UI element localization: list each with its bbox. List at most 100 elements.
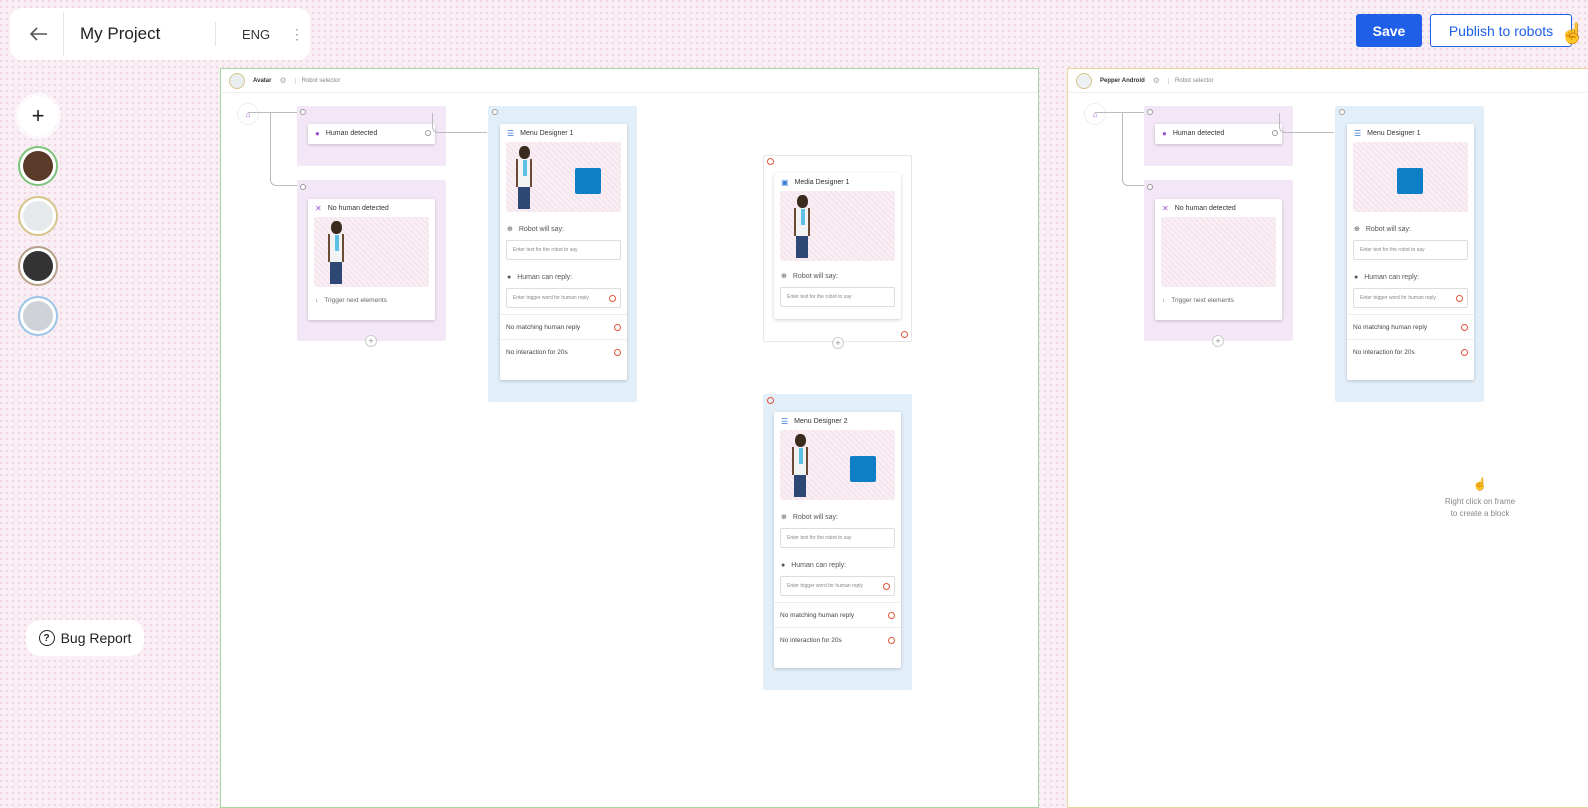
- card-title: Human detected: [325, 129, 378, 137]
- input-ring[interactable]: [767, 158, 774, 165]
- trigger-label: Trigger next elements: [324, 296, 387, 304]
- frame-robot-avatar: [1076, 72, 1092, 89]
- card-title: Menu Designer 1: [1367, 129, 1421, 137]
- hint-line-2: to create a block: [1450, 509, 1510, 518]
- back-button[interactable]: [14, 12, 64, 56]
- no-human-detected-card[interactable]: ✕ No human detected ↓ Trigger next element…: [308, 199, 435, 320]
- robot-selector[interactable]: Robot selector: [1167, 77, 1214, 84]
- output-ring[interactable]: [888, 611, 895, 619]
- robot-avatar-temi[interactable]: [18, 246, 58, 286]
- robot-say-input[interactable]: Enter text for the robot to say: [780, 287, 895, 307]
- no-matching-label: No matching human reply: [780, 611, 855, 619]
- robot-say-input[interactable]: Enter text for the robot to say: [506, 240, 621, 260]
- header-actions: Save Publish to robots ☝: [1356, 14, 1585, 47]
- robot-say-label: Robot will say:: [518, 225, 565, 233]
- human-detected-card[interactable]: ● Human detected: [308, 124, 435, 144]
- output-ring[interactable]: [888, 636, 895, 644]
- input-ring[interactable]: [767, 397, 774, 404]
- human-reply-label: Human can reply:: [791, 561, 847, 569]
- no-interaction-label: No interaction for 20s: [506, 348, 568, 356]
- publish-button[interactable]: Publish to robots ☝: [1430, 14, 1585, 47]
- robot-say-label: Robot will say:: [792, 272, 839, 280]
- menu-icon: ☰: [781, 416, 789, 426]
- add-block-icon[interactable]: +: [832, 337, 844, 349]
- menu-designer-1-card[interactable]: ☰ Menu Designer 1 ⊕ Robot will say: Enter …: [500, 124, 627, 380]
- human-reply-placeholder: Enter trigger word for human reply: [513, 295, 589, 301]
- robot-avatar-nao[interactable]: [18, 296, 58, 336]
- media-icon: ▣: [781, 177, 789, 187]
- human-detected-card[interactable]: ● Human detected: [1155, 124, 1282, 144]
- menu-button-preview: [1397, 168, 1423, 194]
- no-human-detected-card[interactable]: ✕ No human detected ↓ Trigger next element…: [1155, 199, 1282, 320]
- human-reply-label: Human can reply:: [517, 273, 573, 281]
- output-ring[interactable]: [901, 331, 908, 338]
- human-reply-placeholder: Enter trigger word for human reply: [787, 583, 863, 589]
- robot-avatar-avatar[interactable]: [18, 146, 58, 186]
- person-off-icon: ✕: [315, 203, 322, 213]
- human-reply-input[interactable]: Enter trigger word for human reply: [506, 288, 621, 308]
- node-handle[interactable]: [300, 184, 306, 190]
- add-robot-button[interactable]: +: [18, 96, 58, 136]
- menu-icon: ☰: [507, 128, 515, 138]
- avatar-figure: [514, 146, 536, 209]
- robot-sidebar: +: [18, 96, 60, 346]
- gear-icon[interactable]: ⚙: [279, 76, 286, 85]
- robot-say-input[interactable]: Enter text for the robot to say: [1353, 240, 1468, 260]
- home-node-icon[interactable]: ⌂: [1084, 103, 1106, 125]
- bug-report-label: Bug Report: [60, 630, 132, 646]
- card-title: No human detected: [1174, 204, 1236, 212]
- human-reply-input[interactable]: Enter trigger word for human reply: [1353, 288, 1468, 308]
- output-ring[interactable]: [609, 294, 616, 302]
- connector: [1122, 112, 1146, 186]
- project-header: My Project ENG ⋮: [14, 12, 306, 56]
- output-ring[interactable]: [1461, 348, 1468, 356]
- trigger-label: Trigger next elements: [1171, 296, 1234, 304]
- robot-icon: ⊕: [507, 226, 513, 233]
- publish-label: Publish to robots: [1448, 22, 1554, 39]
- menu-designer-2-card[interactable]: ☰ Menu Designer 2 ⊕ Robot will say: Enter …: [774, 412, 901, 668]
- human-reply-input[interactable]: Enter trigger word for human reply: [780, 576, 895, 596]
- person-icon: ●: [315, 128, 320, 138]
- media-preview: [780, 191, 895, 261]
- add-block-icon[interactable]: +: [365, 335, 377, 347]
- robot-say-input[interactable]: Enter text for the robot to say: [780, 528, 895, 548]
- avatar-figure: [790, 434, 812, 497]
- add-block-icon[interactable]: +: [1212, 335, 1224, 347]
- home-node-icon[interactable]: ⌂: [237, 103, 259, 125]
- language-button[interactable]: ENG: [216, 27, 288, 42]
- frame-header: Pepper Android ⚙ Robot selector: [1068, 69, 1588, 93]
- save-button[interactable]: Save: [1356, 14, 1422, 47]
- output-ring[interactable]: [614, 323, 621, 331]
- output-node[interactable]: [1272, 130, 1278, 136]
- menu-designer-1-card[interactable]: ☰ Menu Designer 1 ⊕ Robot will say: Enter …: [1347, 124, 1474, 380]
- project-title[interactable]: My Project: [64, 22, 216, 46]
- node-handle[interactable]: [1147, 184, 1153, 190]
- output-ring[interactable]: [614, 348, 621, 356]
- output-ring[interactable]: [1461, 323, 1468, 331]
- media-preview: [1161, 217, 1276, 287]
- media-designer-1-card[interactable]: ▣ Media Designer 1 ⊕ Robot will say: Enter…: [774, 173, 901, 319]
- node-handle[interactable]: [1339, 109, 1345, 115]
- person-icon: ●: [781, 561, 786, 569]
- no-interaction-label: No interaction for 20s: [780, 636, 842, 644]
- node-handle[interactable]: [300, 109, 306, 115]
- card-title: No human detected: [327, 204, 389, 212]
- card-title: Human detected: [1172, 129, 1225, 137]
- robot-avatar-pepper[interactable]: [18, 196, 58, 236]
- more-vert-icon[interactable]: ⋮: [288, 26, 306, 43]
- help-icon: ?: [38, 630, 55, 646]
- hint-line-1: Right click on frame: [1444, 497, 1516, 506]
- output-ring[interactable]: [1456, 294, 1463, 302]
- node-handle[interactable]: [492, 109, 498, 115]
- person-off-icon: ✕: [1162, 203, 1169, 213]
- output-ring[interactable]: [883, 582, 890, 590]
- person-icon: ●: [1354, 273, 1359, 281]
- gear-icon[interactable]: ⚙: [1153, 76, 1160, 85]
- robot-selector[interactable]: Robot selector: [294, 77, 340, 84]
- person-icon: ●: [1162, 128, 1167, 138]
- node-handle[interactable]: [1147, 109, 1153, 115]
- output-node[interactable]: [425, 130, 431, 136]
- arrow-down-icon: ↓: [1162, 296, 1166, 304]
- bug-report-button[interactable]: ? Bug Report: [26, 620, 144, 656]
- connector: [432, 113, 487, 133]
